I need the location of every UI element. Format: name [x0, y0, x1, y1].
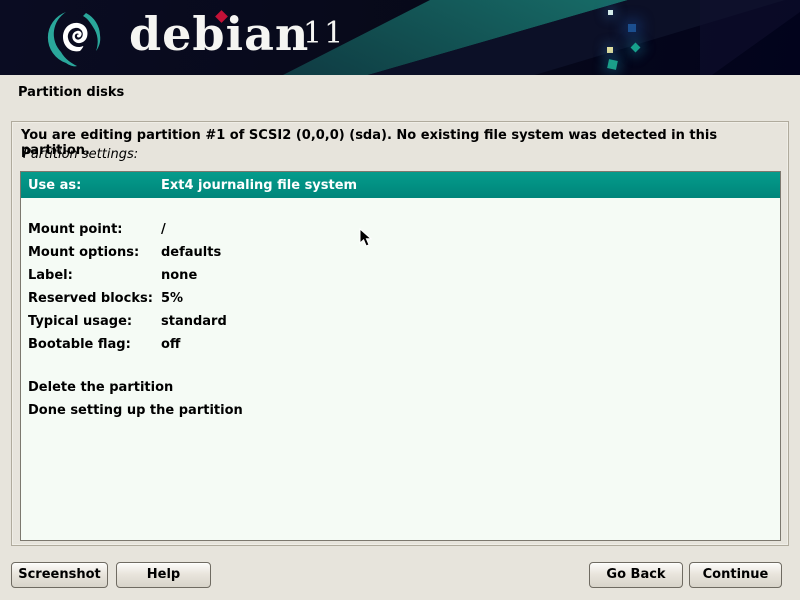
- list-spacer: [21, 198, 780, 218]
- row-label: Bootable flag:: [28, 337, 161, 352]
- partition-settings-label: Partition settings:: [23, 147, 138, 162]
- settings-list: Use as: Ext4 journaling file system Moun…: [20, 171, 781, 541]
- list-item-done-partition[interactable]: Done setting up the partition: [21, 399, 780, 422]
- list-item-bootable-flag[interactable]: Bootable flag: off: [21, 333, 780, 356]
- debian-version: 11: [303, 16, 345, 52]
- row-label: Mount point:: [28, 222, 161, 237]
- row-value: Ext4 journaling file system: [161, 178, 357, 193]
- list-item-mount-point[interactable]: Mount point: /: [21, 218, 780, 241]
- help-button[interactable]: Help: [116, 562, 211, 588]
- list-item-reserved-blocks[interactable]: Reserved blocks: 5%: [21, 287, 780, 310]
- banner-square-teal: [607, 59, 618, 70]
- row-value: 5%: [161, 291, 183, 306]
- row-value: none: [161, 268, 197, 283]
- debian-banner: debian 11: [0, 0, 800, 75]
- banner-square-white: [608, 10, 613, 15]
- row-label: Use as:: [28, 178, 161, 193]
- list-item-label[interactable]: Label: none: [21, 264, 780, 287]
- row-label: Delete the partition: [28, 380, 173, 395]
- page-title: Partition disks: [18, 85, 124, 100]
- row-label: Label:: [28, 268, 161, 283]
- row-label: Reserved blocks:: [28, 291, 161, 306]
- row-value: off: [161, 337, 180, 352]
- mouse-cursor-icon: [359, 228, 373, 248]
- row-value: standard: [161, 314, 227, 329]
- row-value: /: [161, 222, 166, 237]
- banner-square-yellow: [607, 47, 613, 53]
- row-label: Typical usage:: [28, 314, 161, 329]
- screenshot-button[interactable]: Screenshot: [11, 562, 108, 588]
- list-item-delete-partition[interactable]: Delete the partition: [21, 376, 780, 399]
- row-label: Mount options:: [28, 245, 161, 260]
- row-label: Done setting up the partition: [28, 403, 243, 418]
- partition-settings-frame: You are editing partition #1 of SCSI2 (0…: [11, 121, 789, 546]
- list-item-typical-usage[interactable]: Typical usage: standard: [21, 310, 780, 333]
- banner-square-teal-diamond: [631, 43, 641, 53]
- go-back-button[interactable]: Go Back: [589, 562, 683, 588]
- row-value: defaults: [161, 245, 221, 260]
- list-spacer: [21, 356, 780, 376]
- banner-square-blue: [628, 24, 636, 32]
- continue-button[interactable]: Continue: [689, 562, 782, 588]
- debian-swirl-icon: [44, 5, 108, 69]
- list-item-mount-options[interactable]: Mount options: defaults: [21, 241, 780, 264]
- list-item-use-as[interactable]: Use as: Ext4 journaling file system: [21, 172, 780, 198]
